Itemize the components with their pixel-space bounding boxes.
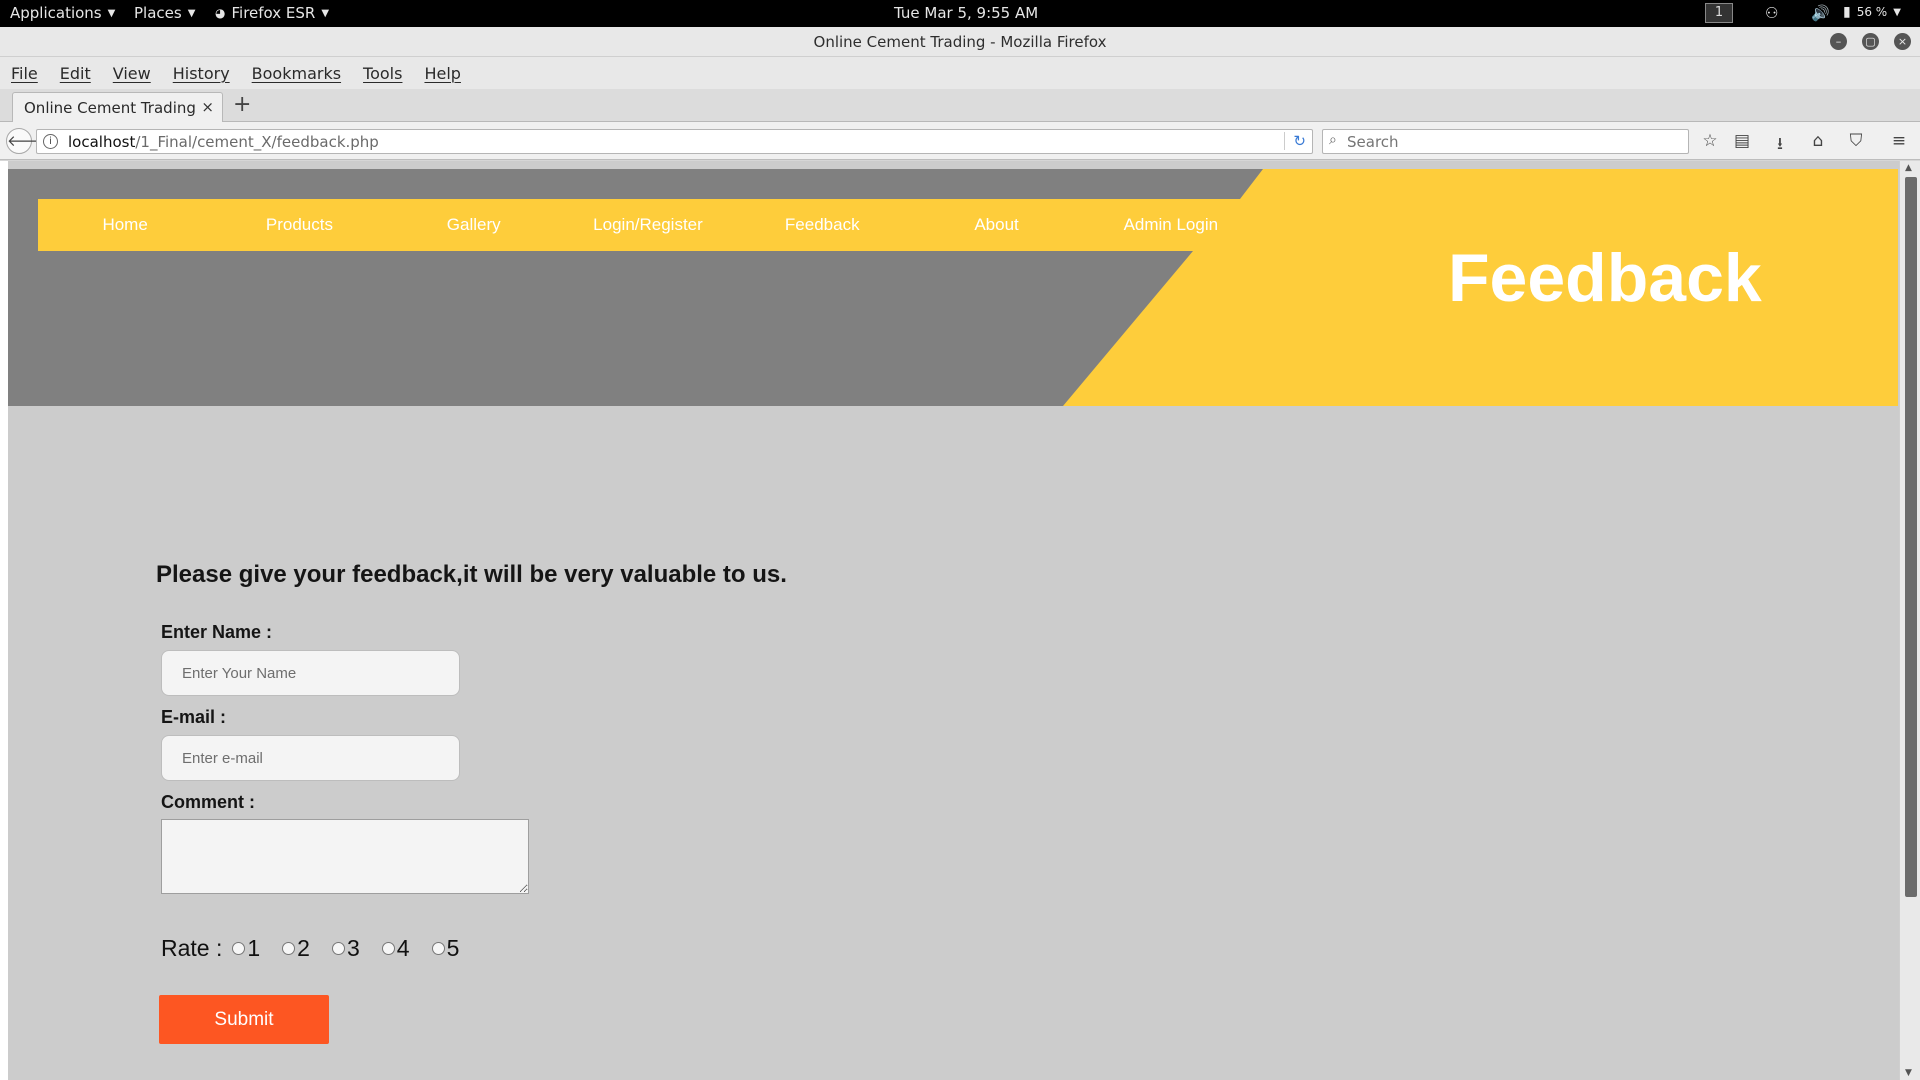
menu-bookmarks[interactable]: Bookmarks: [252, 64, 341, 83]
menu-view[interactable]: View: [113, 64, 151, 83]
rate-option-label: 5: [446, 935, 460, 961]
firefox-label: Firefox ESR: [231, 4, 316, 22]
clock-label: Tue Mar 5, 9:55 AM: [894, 4, 1039, 22]
firefox-app-menu[interactable]: ◕ Firefox ESR ▼: [215, 4, 329, 22]
scroll-down-icon[interactable]: ▼: [1905, 1068, 1912, 1078]
radio-button[interactable]: [431, 942, 445, 955]
rate-option-label: 3: [346, 935, 360, 961]
rate-option-label: 4: [396, 935, 410, 961]
site-header: Home Products Gallery Login/Register Fee…: [8, 169, 1898, 406]
url-text: localhost/1_Final/cement_X/feedback.php: [68, 133, 379, 151]
menu-file[interactable]: File: [11, 64, 38, 83]
navigation-toolbar: 🡐 i localhost/1_Final/cement_X/feedback.…: [0, 122, 1920, 160]
rate-option-4[interactable]: 4: [381, 935, 410, 962]
network-icon[interactable]: ⚇: [1765, 4, 1778, 22]
rate-option-label: 2: [297, 935, 310, 961]
nav-products[interactable]: Products: [212, 215, 386, 235]
search-bar[interactable]: ⌕: [1322, 129, 1689, 154]
menu-tools[interactable]: Tools: [363, 64, 402, 83]
radio-button[interactable]: [282, 942, 296, 955]
rate-option-5[interactable]: 5: [431, 935, 460, 962]
search-input[interactable]: [1347, 131, 1677, 152]
applications-menu[interactable]: Applications ▼: [10, 4, 115, 22]
battery-icon: ▮: [1843, 4, 1851, 20]
window-title: Online Cement Trading - Mozilla Firefox: [813, 33, 1107, 51]
close-window-icon[interactable]: ×: [1894, 33, 1911, 50]
email-input[interactable]: [161, 735, 460, 781]
hamburger-menu-icon[interactable]: ≡: [1888, 131, 1910, 151]
vertical-scrollbar[interactable]: ▲ ▼: [1899, 161, 1920, 1080]
maximize-icon[interactable]: ▢: [1862, 33, 1879, 50]
reload-icon[interactable]: ↻: [1284, 132, 1306, 150]
feedback-intro: Please give your feedback,it will be ver…: [156, 561, 787, 588]
chevron-down-icon: ▼: [1893, 6, 1901, 18]
menu-help[interactable]: Help: [424, 64, 460, 83]
reading-list-icon[interactable]: ▤: [1731, 131, 1753, 151]
pocket-icon[interactable]: ⛉: [1845, 131, 1867, 151]
menu-history[interactable]: History: [173, 64, 230, 83]
name-label: Enter Name :: [161, 622, 273, 642]
back-button[interactable]: 🡐: [6, 128, 47, 154]
close-tab-icon[interactable]: ×: [201, 98, 214, 116]
clock[interactable]: Tue Mar 5, 9:55 AM: [894, 4, 1038, 22]
places-label: Places: [134, 4, 182, 22]
home-icon[interactable]: ⌂: [1807, 131, 1829, 151]
workspace-indicator[interactable]: 1: [1705, 3, 1733, 23]
radio-button[interactable]: [381, 942, 395, 955]
name-input[interactable]: [161, 650, 460, 696]
menu-edit[interactable]: Edit: [60, 64, 91, 83]
page-viewport: Home Products Gallery Login/Register Fee…: [0, 161, 1920, 1080]
rating-group: Rate : 1 2 3 4 5: [161, 935, 481, 962]
download-icon[interactable]: ⭳: [1769, 131, 1791, 160]
menu-bar: File Edit View History Bookmarks Tools H…: [0, 57, 1920, 89]
scroll-up-icon[interactable]: ▲: [1905, 163, 1912, 173]
chevron-down-icon: ▼: [107, 7, 116, 19]
submit-button[interactable]: Submit: [159, 995, 329, 1044]
scrollbar-thumb[interactable]: [1905, 177, 1917, 897]
comment-label: Comment :: [161, 792, 255, 812]
nav-home[interactable]: Home: [38, 215, 212, 235]
url-host: localhost: [68, 133, 136, 151]
feedback-section: Please give your feedback,it will be ver…: [0, 406, 1900, 1080]
comment-textarea[interactable]: [161, 819, 529, 894]
radio-button[interactable]: [232, 942, 246, 955]
search-icon: ⌕: [1329, 132, 1337, 148]
tab-online-cement-trading[interactable]: Online Cement Trading ×: [12, 92, 223, 123]
new-tab-button[interactable]: +: [233, 92, 251, 117]
applications-label: Applications: [10, 4, 102, 22]
rate-option-1[interactable]: 1: [232, 935, 260, 962]
email-label: E-mail :: [161, 707, 227, 727]
tab-label: Online Cement Trading: [24, 99, 196, 117]
rate-option-3[interactable]: 3: [331, 935, 360, 962]
chevron-down-icon: ▼: [321, 7, 330, 19]
tab-bar: Online Cement Trading × +: [0, 89, 1920, 123]
rate-option-2[interactable]: 2: [282, 935, 310, 962]
page-title: Feedback: [1448, 240, 1762, 316]
nav-gallery[interactable]: Gallery: [387, 215, 561, 235]
battery-label: 56 %: [1856, 5, 1888, 19]
nav-login-register[interactable]: Login/Register: [561, 215, 735, 235]
rate-label: Rate :: [161, 935, 223, 961]
url-bar[interactable]: i localhost/1_Final/cement_X/feedback.ph…: [36, 129, 1313, 154]
radio-button[interactable]: [331, 942, 345, 955]
site-nav: Home Products Gallery Login/Register Fee…: [38, 199, 1258, 251]
firefox-icon: ◕: [215, 6, 226, 20]
bookmark-star-icon[interactable]: ☆: [1699, 131, 1721, 151]
rate-option-label: 1: [247, 935, 261, 961]
nav-about[interactable]: About: [909, 215, 1083, 235]
system-top-bar: Applications ▼ Places ▼ ◕ Firefox ESR ▼ …: [0, 0, 1920, 27]
battery-status[interactable]: ▮ 56 % ▼: [1843, 4, 1901, 20]
minimize-icon[interactable]: –: [1830, 33, 1847, 50]
volume-icon[interactable]: 🔊: [1811, 4, 1830, 22]
url-path: /1_Final/cement_X/feedback.php: [135, 133, 379, 151]
nav-admin-login[interactable]: Admin Login: [1084, 215, 1258, 235]
window-title-bar: Online Cement Trading - Mozilla Firefox …: [0, 27, 1920, 57]
chevron-down-icon: ▼: [187, 7, 196, 19]
nav-feedback[interactable]: Feedback: [735, 215, 909, 235]
info-icon[interactable]: i: [43, 134, 58, 149]
places-menu[interactable]: Places ▼: [134, 4, 195, 22]
